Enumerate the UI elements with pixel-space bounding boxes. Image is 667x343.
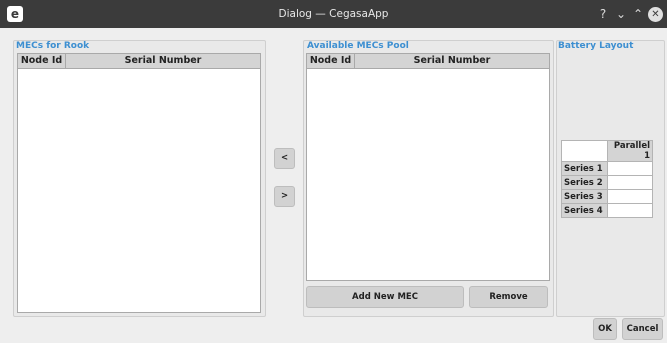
pool-table-header: Node Id Serial Number (307, 54, 549, 69)
grid-row-series-2: Series 2 (561, 175, 608, 190)
pool-group-title: Available MECs Pool (307, 41, 409, 51)
help-icon[interactable]: ? (594, 5, 612, 23)
move-left-button[interactable]: < (274, 148, 295, 169)
remove-button[interactable]: Remove (469, 286, 548, 308)
rook-table-header: Node Id Serial Number (18, 54, 260, 69)
minimize-icon[interactable]: ⌄ (612, 5, 630, 23)
rook-col-node-id[interactable]: Node Id (18, 54, 66, 68)
grid-cell[interactable] (607, 203, 653, 218)
battery-layout-grid: Parallel 1 Series 1 Series 2 Series 3 Se… (561, 140, 653, 218)
grid-row-series-1: Series 1 (561, 161, 608, 176)
pool-col-serial-number[interactable]: Serial Number (355, 54, 549, 68)
grid-col-parallel-1: Parallel 1 (607, 140, 653, 162)
grid-row-series-4: Series 4 (561, 203, 608, 218)
grid-row-series-3: Series 3 (561, 189, 608, 204)
pool-mec-table[interactable]: Node Id Serial Number (306, 53, 550, 281)
move-right-button[interactable]: > (274, 186, 295, 207)
grid-cell[interactable] (607, 161, 653, 176)
battery-layout-title: Battery Layout (558, 41, 634, 51)
grid-cell[interactable] (607, 189, 653, 204)
cancel-button[interactable]: Cancel (622, 318, 663, 340)
close-icon[interactable]: ✕ (648, 7, 663, 22)
ok-button[interactable]: OK (593, 318, 617, 340)
add-new-mec-button[interactable]: Add New MEC (306, 286, 464, 308)
title-bar: e Dialog — CegasaApp ? ⌄ ⌃ ✕ (0, 0, 667, 28)
rook-mec-table[interactable]: Node Id Serial Number (17, 53, 261, 313)
grid-cell[interactable] (607, 175, 653, 190)
window-title: Dialog — CegasaApp (278, 8, 389, 20)
pool-col-node-id[interactable]: Node Id (307, 54, 355, 68)
grid-corner-cell (561, 140, 608, 162)
rook-group-title: MECs for Rook (16, 41, 90, 51)
maximize-icon[interactable]: ⌃ (629, 5, 647, 23)
rook-col-serial-number[interactable]: Serial Number (66, 54, 260, 68)
